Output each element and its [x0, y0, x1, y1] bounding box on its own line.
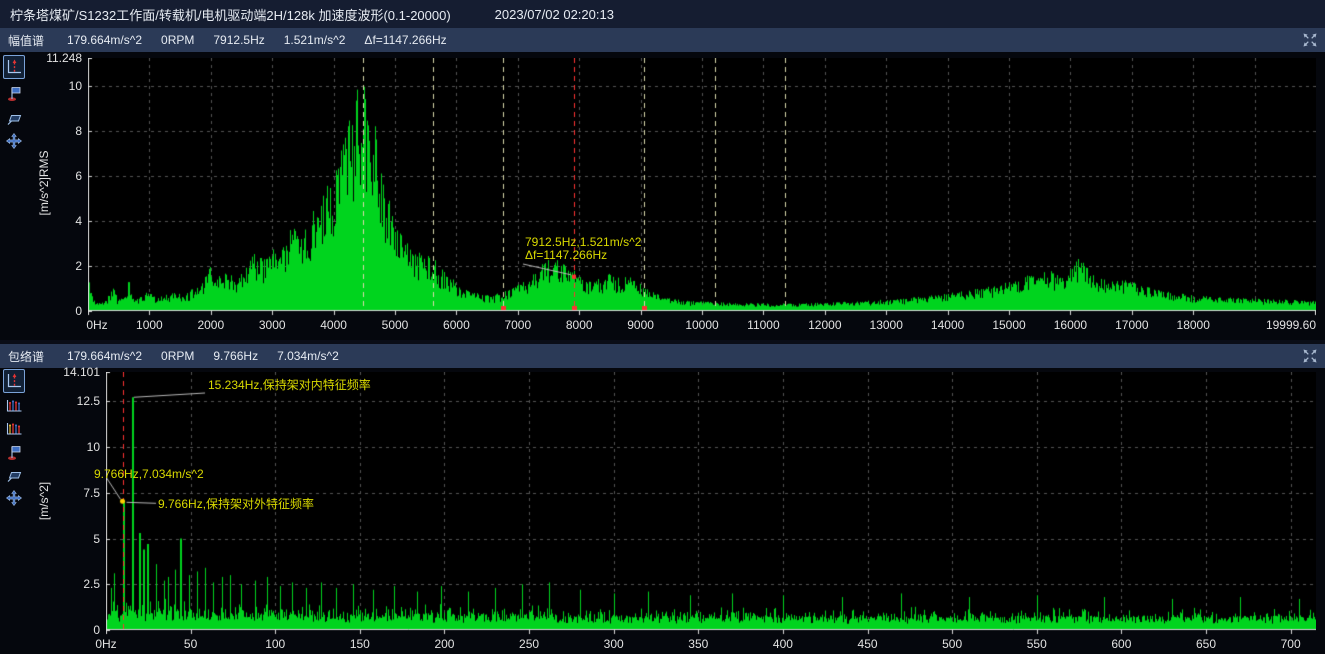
y-tick-label: 14.101: [0, 365, 100, 379]
y-tick-label: 10: [0, 440, 100, 454]
x-tick-label: 15000: [974, 318, 1044, 332]
rpm-value: 0RPM: [161, 33, 194, 47]
x-tick-label: 450: [833, 637, 903, 651]
x-tick-label: 14000: [913, 318, 983, 332]
expand-arrows-icon: [1302, 32, 1318, 48]
delta-f-value: Δf=1147.266Hz: [364, 33, 446, 47]
y-tick-label: 0: [0, 623, 100, 637]
marker-value-annotation: 9.766Hz,7.034m/s^2: [94, 468, 204, 481]
x-tick-label: 50: [156, 637, 226, 651]
y-tick-label: 12.5: [0, 394, 100, 408]
amplitude-spectrum-plot[interactable]: [88, 58, 1316, 316]
cursor-amplitude-value: 7.034m/s^2: [277, 349, 339, 363]
cursor-annotation: 7912.5Hz,1.521m/s^2 Δf=1147.266Hz: [525, 236, 641, 262]
annotation-label-icon: [6, 468, 22, 484]
x-tick-label: 12000: [790, 318, 860, 332]
x-tick-label: 17000: [1097, 318, 1167, 332]
x-tick-label: 11000: [728, 318, 798, 332]
amplitude-panel-header: 幅值谱 179.664m/s^2 0RPM 7912.5Hz 1.521m/s^…: [0, 28, 1325, 52]
x-tick-label: 2000: [176, 318, 246, 332]
x-tick-label: 7000: [483, 318, 553, 332]
x-tick-label: 500: [917, 637, 987, 651]
label-tool-button[interactable]: [3, 464, 25, 488]
timestamp: 2023/07/02 02:20:13: [495, 7, 614, 22]
measurement-path-title: 柠条塔煤矿/S1232工作面/转载机/电机驱动端2H/128k 加速度波形(0.…: [10, 5, 451, 24]
cursor-frequency-value: 7912.5Hz: [213, 33, 264, 47]
x-tick-label: 19999.60: [1246, 318, 1316, 332]
y-tick-label: 2.5: [0, 577, 100, 591]
harmonic-cursor-tool-button[interactable]: [3, 417, 25, 441]
x-tick-label: 350: [663, 637, 733, 651]
expand-button[interactable]: [1302, 32, 1318, 48]
x-tick-label: 150: [325, 637, 395, 651]
expand-arrows-icon: [1302, 348, 1318, 364]
x-tick-label: 9000: [606, 318, 676, 332]
x-tick-label: 250: [494, 637, 564, 651]
envelope-chart-area: [m/s^2] 15.234Hz,保持架对内特征频率 9.766Hz,7.034…: [0, 368, 1325, 654]
y-tick-label: 6: [0, 169, 82, 183]
y-tick-label: 2: [0, 259, 82, 273]
envelope-panel-title: 包络谱: [8, 348, 44, 365]
x-tick-label: 8000: [544, 318, 614, 332]
cursor-frequency-value: 9.766Hz: [213, 349, 258, 363]
rms-value: 179.664m/s^2: [67, 33, 142, 47]
y-tick-label: 0: [0, 304, 82, 318]
inner-race-cage-annotation: 15.234Hz,保持架对内特征频率: [208, 379, 371, 392]
outer-race-cage-annotation: 9.766Hz,保持架对外特征频率: [158, 498, 314, 511]
envelope-panel-header: 包络谱 179.664m/s^2 0RPM 9.766Hz 7.034m/s^2: [0, 344, 1325, 368]
harmonic-cursor-icon: [6, 421, 22, 437]
y-tick-label: 10: [0, 79, 82, 93]
x-tick-label: 1000: [114, 318, 184, 332]
y-tick-label: 8: [0, 124, 82, 138]
x-tick-label: 650: [1171, 637, 1241, 651]
x-tick-label: 5000: [360, 318, 430, 332]
x-tick-label: 16000: [1035, 318, 1105, 332]
y-tick-label: 4: [0, 214, 82, 228]
cursor-amplitude-value: 1.521m/s^2: [284, 33, 346, 47]
y-tick-label: 5: [0, 532, 100, 546]
x-tick-label: 600: [1086, 637, 1156, 651]
x-tick-label: 550: [1002, 637, 1072, 651]
annotation-delta-f: Δf=1147.266Hz: [525, 249, 641, 262]
amplitude-chart-area: [m/s^2]RMS 7912.5Hz,1.521m/s^2 Δf=1147.2…: [0, 52, 1325, 340]
x-tick-label: 100: [240, 637, 310, 651]
x-tick-label: 200: [409, 637, 479, 651]
amplitude-panel-title: 幅值谱: [8, 32, 44, 49]
rpm-value: 0RPM: [161, 349, 194, 363]
x-tick-label: 13000: [851, 318, 921, 332]
expand-button[interactable]: [1302, 348, 1318, 364]
x-tick-label: 0Hz: [71, 637, 141, 651]
title-bar: 柠条塔煤矿/S1232工作面/转载机/电机驱动端2H/128k 加速度波形(0.…: [0, 0, 1325, 28]
y-tick-label: 11.248: [0, 51, 82, 65]
y-axis-label: [m/s^2]: [37, 436, 51, 566]
x-tick-label: 6000: [421, 318, 491, 332]
rms-value: 179.664m/s^2: [67, 349, 142, 363]
y-tick-label: 7.5: [0, 486, 100, 500]
x-tick-label: 300: [579, 637, 649, 651]
x-tick-label: 3000: [237, 318, 307, 332]
x-tick-label: 4000: [299, 318, 369, 332]
x-tick-label: 400: [748, 637, 818, 651]
x-tick-label: 10000: [667, 318, 737, 332]
x-tick-label: 700: [1256, 637, 1325, 651]
x-tick-label: 18000: [1158, 318, 1228, 332]
